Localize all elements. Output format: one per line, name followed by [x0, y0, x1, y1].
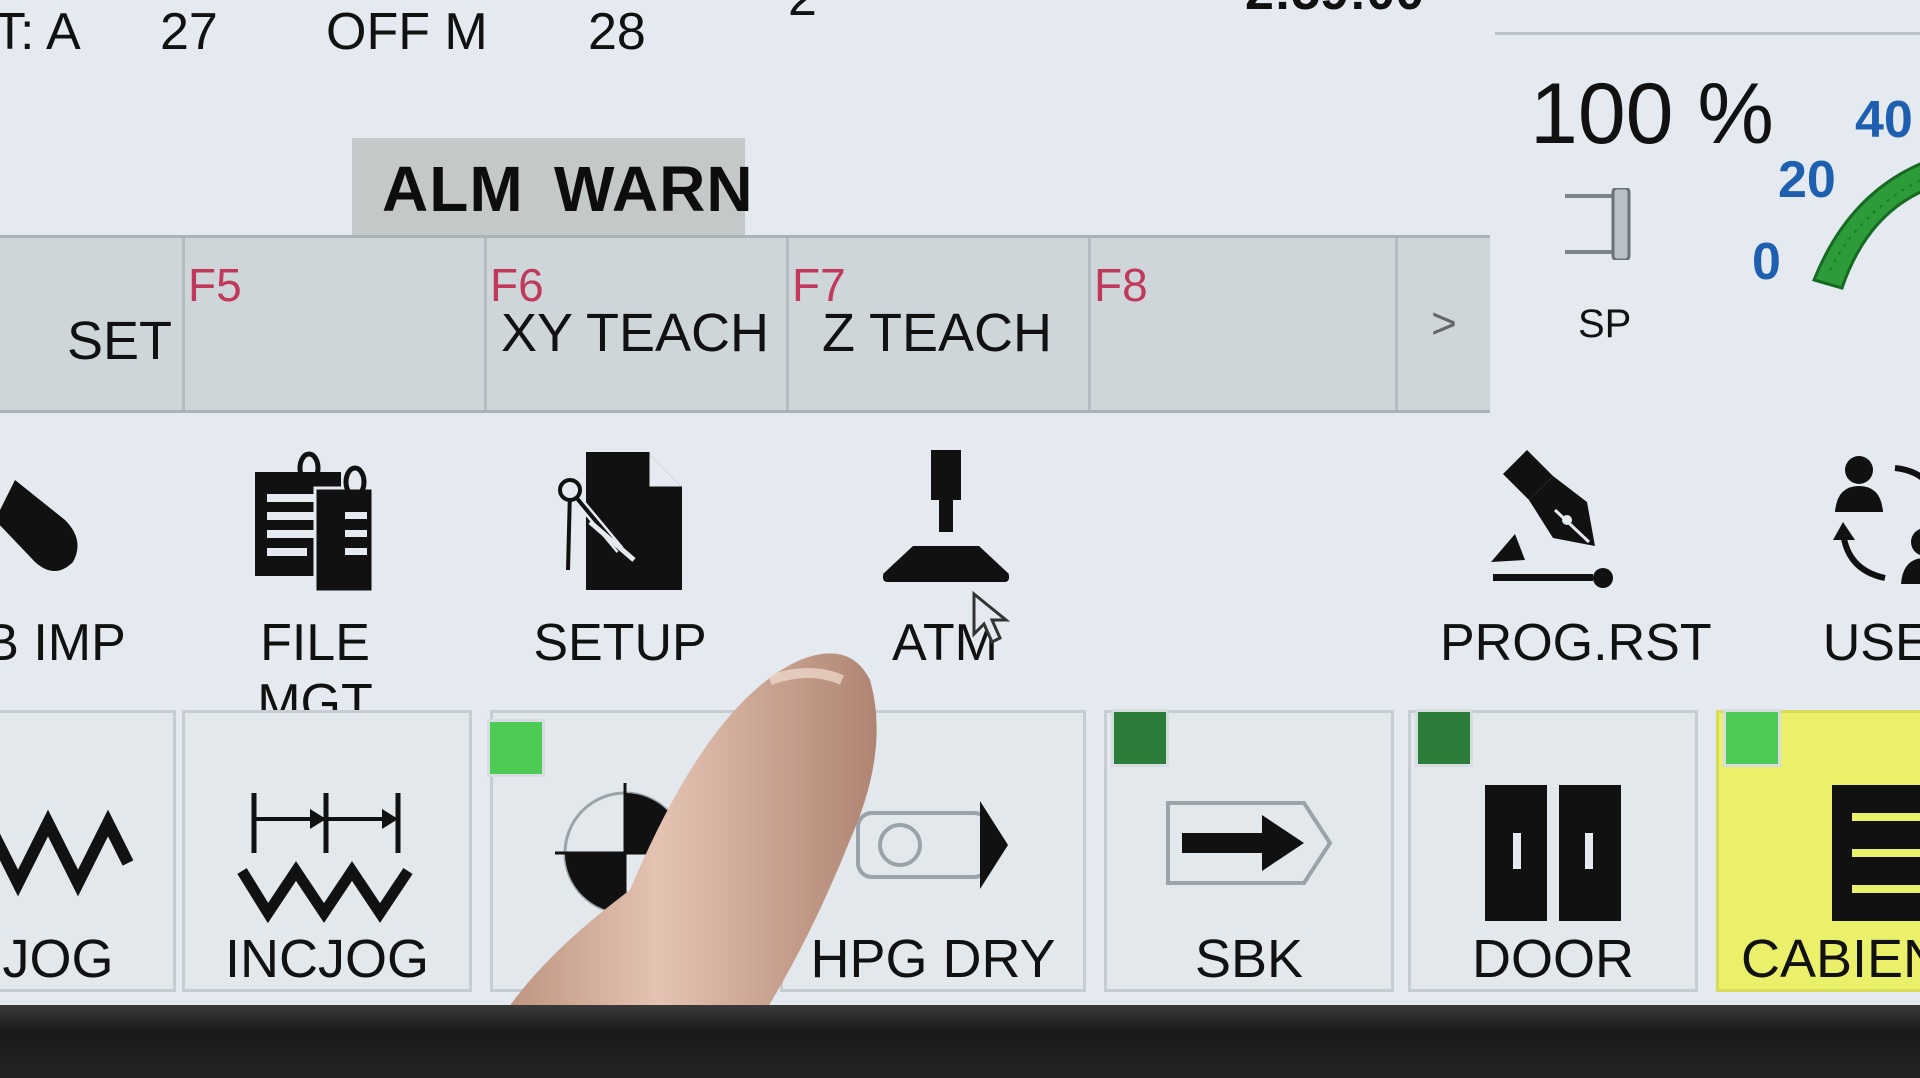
mode-led-indicator	[1723, 709, 1781, 767]
alarm-label[interactable]: ALM	[382, 152, 524, 226]
mode-led-indicator	[1415, 709, 1473, 767]
tool-icon	[0, 480, 78, 571]
atm-spindle-icon	[883, 450, 1009, 582]
spindle-override-percent: 100 %	[1530, 66, 1774, 162]
mode-cabinet-light[interactable]: CABIEN	[1716, 709, 1920, 992]
mode-label: DOOR	[1472, 929, 1634, 989]
spindle-override-label: SP	[1578, 302, 1632, 346]
menu-user[interactable]: USER	[1780, 430, 1920, 680]
mode-sbk[interactable]: SBK	[1104, 709, 1394, 992]
status-divider	[1495, 0, 1920, 35]
fkey-f7-z-teach[interactable]: F7 Z TEACH	[786, 238, 1091, 410]
cabinet-icon	[1831, 785, 1920, 921]
gauge-tick-0: 0	[1752, 233, 1781, 291]
status-right-value: 2:59:00	[1245, 0, 1424, 24]
mode-label: INCJOG	[224, 929, 429, 989]
menu-file-mgt[interactable]: FILE MGT	[200, 430, 430, 732]
incremental-jog-icon	[237, 793, 413, 923]
alarm-panel[interactable]: ALM WARN	[352, 138, 753, 238]
mode-incjog[interactable]: INCJOG	[182, 710, 472, 992]
menu-label: USER	[1822, 614, 1920, 672]
status-mid-value: 2	[788, 0, 817, 30]
status-item-a-label: T: A	[0, 3, 81, 61]
status-off-label: OFF M	[326, 3, 488, 61]
single-block-icon	[1166, 801, 1333, 885]
fkey-set[interactable]: SET	[0, 238, 185, 410]
status-off-value: 28	[588, 3, 646, 61]
menu-label: PROG.RST	[1440, 614, 1712, 672]
monitor-bezel	[0, 1005, 1920, 1078]
function-key-bar: SET F5 F6 XY TEACH F7 Z TEACH F8 >	[0, 235, 1490, 413]
mode-door[interactable]: DOOR	[1408, 709, 1698, 992]
menu-prog-rst[interactable]: PROG.RST	[1440, 430, 1712, 680]
pointer-cursor-icon	[972, 590, 1011, 645]
jog-wave-icon	[0, 809, 134, 897]
status-item-a-value: 27	[160, 3, 218, 61]
setup-document-icon	[558, 452, 682, 590]
finger-overlay	[510, 653, 877, 1005]
mode-label: JOG	[2, 929, 114, 989]
mode-label: CABIEN	[1741, 929, 1920, 989]
menu-b-imp[interactable]: B IMP	[0, 430, 170, 680]
program-restart-pen-icon	[1491, 450, 1613, 588]
fkey-label: SET	[66, 311, 172, 371]
fkey-label: XY TEACH	[500, 303, 770, 363]
warning-label[interactable]: WARN	[554, 152, 754, 226]
fkey-f5[interactable]: F5	[182, 238, 487, 410]
user-switch-icon	[1833, 456, 1920, 584]
cnc-screen: T: A 27 OFF M 28 2 2:59:00 ALM WARN SET …	[0, 0, 1920, 1005]
fkey-label: Z TEACH	[821, 303, 1053, 363]
door-icon	[1485, 785, 1621, 921]
spindle-override-slider[interactable]	[1565, 188, 1635, 260]
fkey-number: F5	[188, 259, 242, 311]
fkey-f6-xy-teach[interactable]: F6 XY TEACH	[484, 238, 789, 410]
fkey-number: F8	[1094, 259, 1148, 311]
mode-label: SBK	[1194, 929, 1304, 989]
menu-label: B IMP	[0, 614, 126, 672]
file-manager-icon	[255, 451, 375, 594]
mode-led-indicator	[1111, 709, 1169, 767]
mode-jog[interactable]: JOG	[0, 710, 176, 992]
load-gauge	[1811, 162, 1920, 290]
fkey-f8[interactable]: F8	[1088, 238, 1398, 410]
fkey-next-page[interactable]: >	[1398, 238, 1490, 410]
